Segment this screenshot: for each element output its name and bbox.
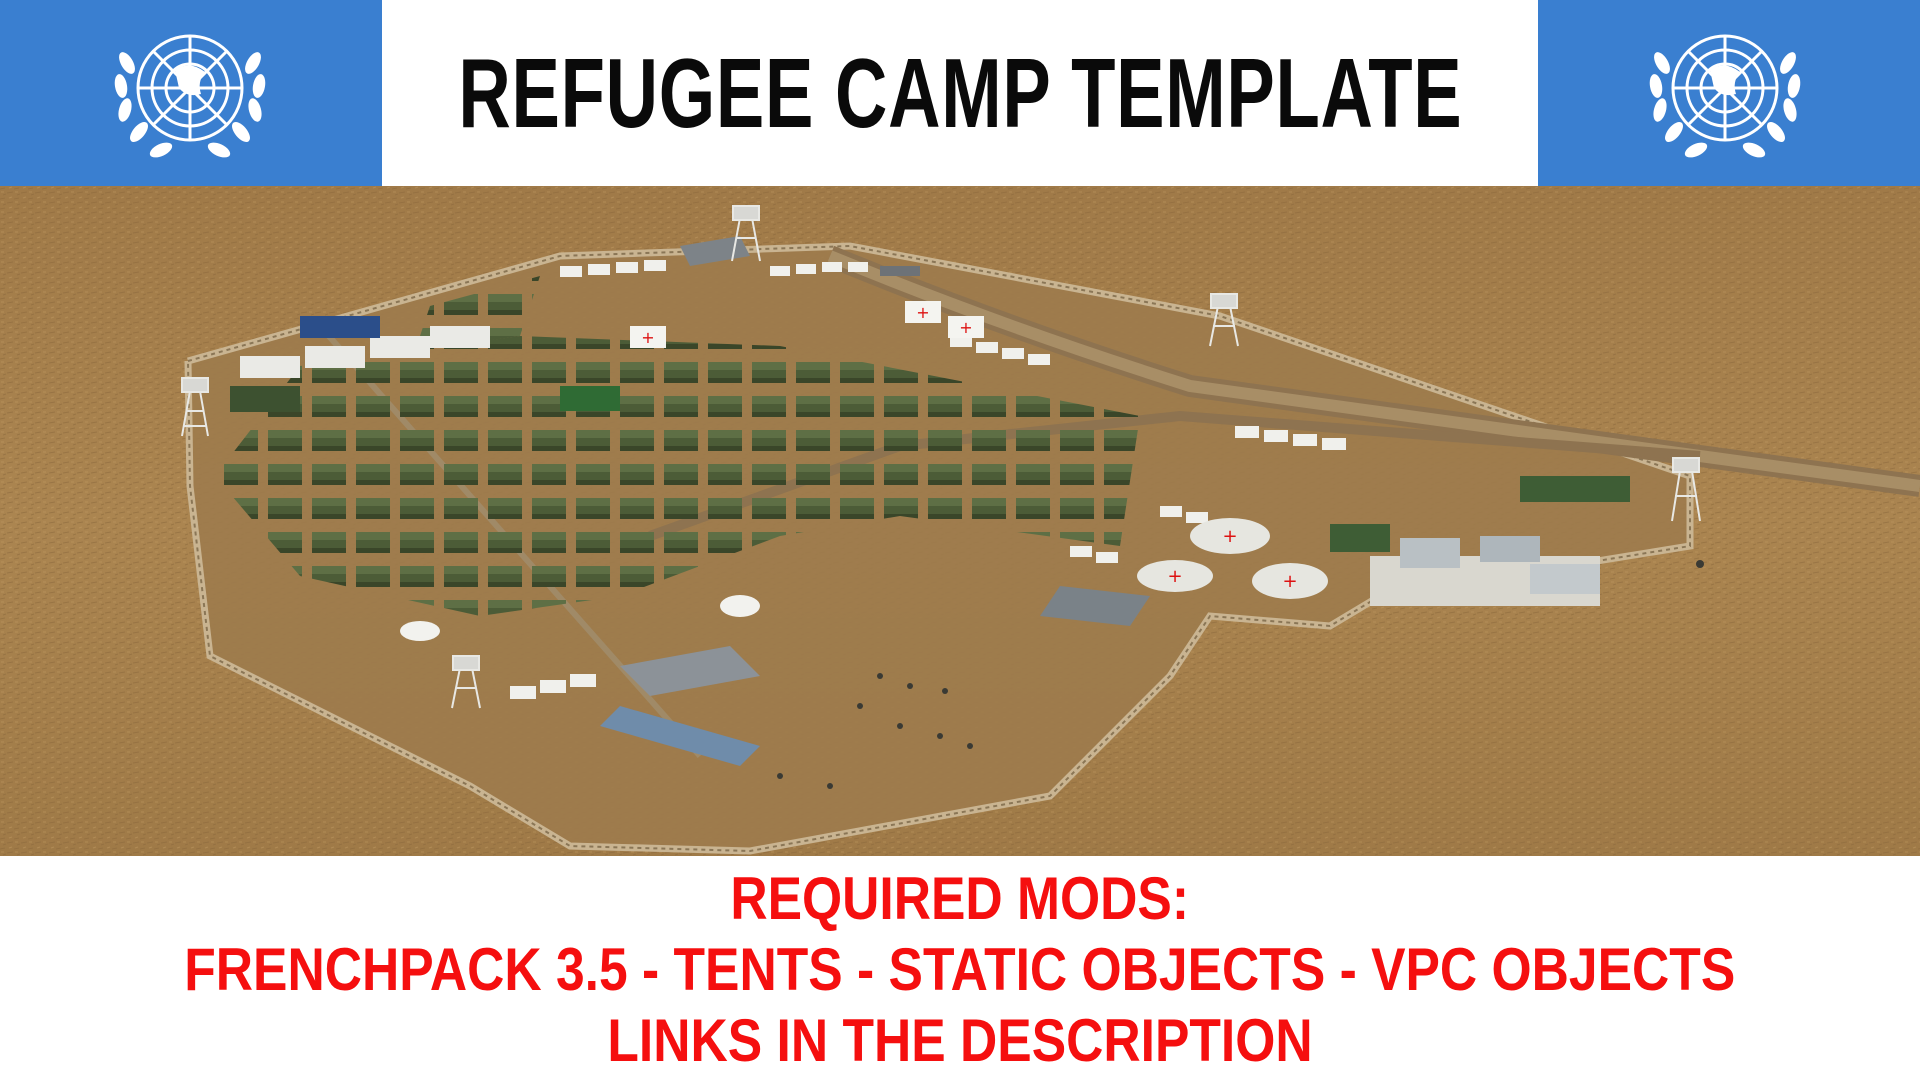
svg-text:+: + [959, 318, 972, 337]
svg-text:+: + [1167, 566, 1182, 587]
svg-text:+: + [1282, 571, 1297, 592]
page-title: REFUGEE CAMP TEMPLATE [457, 37, 1463, 148]
un-emblem-icon [1649, 34, 1801, 158]
camp-scene: + + + + + + [0, 186, 1920, 856]
svg-text:+: + [641, 328, 654, 347]
footer-text: REQUIRED MODS: FRENCHPACK 3.5 - TENTS - … [0, 856, 1920, 1080]
required-mods-list: FRENCHPACK 3.5 - TENTS - STATIC OBJECTS … [184, 936, 1736, 1003]
required-mods-heading: REQUIRED MODS: [730, 865, 1190, 932]
title-box: REFUGEE CAMP TEMPLATE [382, 0, 1538, 186]
links-note: LINKS IN THE DESCRIPTION [607, 1007, 1313, 1074]
camp-aerial-view: + + + + + + [0, 186, 1920, 856]
header-banner: REFUGEE CAMP TEMPLATE [0, 0, 1920, 186]
svg-text:+: + [1222, 526, 1237, 547]
un-emblem-icon [114, 34, 266, 158]
svg-text:+: + [916, 303, 929, 322]
